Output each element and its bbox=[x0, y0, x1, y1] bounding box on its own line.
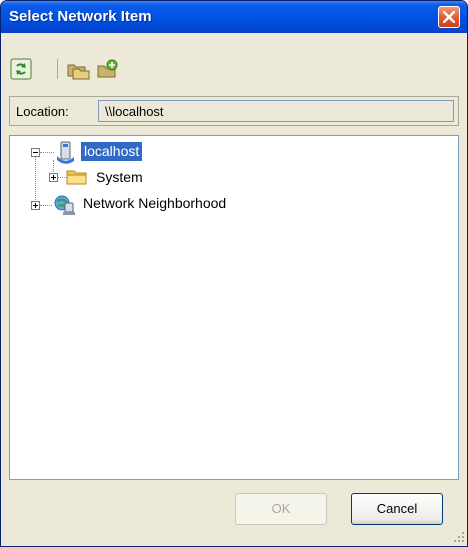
connect-drive-button[interactable] bbox=[95, 57, 119, 81]
title-bar[interactable]: Select Network Item bbox=[1, 1, 467, 33]
close-icon bbox=[443, 11, 455, 23]
tree-node-label[interactable]: Network Neighborhood bbox=[80, 194, 229, 213]
tree-node-label[interactable]: System bbox=[93, 168, 146, 187]
tree-line bbox=[40, 205, 52, 206]
connect-drive-icon bbox=[97, 59, 118, 78]
tree-node-label[interactable]: localhost bbox=[81, 142, 143, 161]
tree-node-network-neighborhood[interactable] bbox=[53, 193, 77, 222]
expand-toggle[interactable] bbox=[31, 201, 40, 210]
map-network-drive-icon bbox=[67, 64, 90, 80]
toolbar bbox=[9, 57, 459, 85]
ok-button[interactable]: OK bbox=[235, 493, 327, 525]
tree-line bbox=[40, 152, 54, 153]
refresh-icon bbox=[10, 58, 32, 80]
network-icon bbox=[54, 195, 75, 215]
tree-node-localhost[interactable] bbox=[54, 141, 76, 170]
toolbar-separator bbox=[57, 59, 58, 79]
location-bar: Location: \\localhost bbox=[9, 96, 459, 126]
expand-toggle[interactable] bbox=[49, 173, 58, 182]
refresh-button[interactable] bbox=[9, 57, 33, 81]
folder-icon bbox=[66, 170, 87, 185]
network-tree[interactable]: localhost System Network Neighborhood bbox=[9, 135, 459, 480]
computer-icon bbox=[57, 141, 74, 164]
collapse-toggle[interactable] bbox=[31, 148, 40, 157]
map-network-drive-button[interactable] bbox=[65, 57, 90, 81]
location-field[interactable]: \\localhost bbox=[98, 100, 454, 122]
location-label: Location: bbox=[16, 104, 69, 119]
close-button[interactable] bbox=[438, 6, 460, 28]
resize-grip-icon[interactable] bbox=[453, 531, 465, 543]
cancel-button[interactable]: Cancel bbox=[351, 493, 443, 525]
tree-node-system[interactable] bbox=[66, 167, 88, 192]
select-network-item-dialog: Select Network Item Location: \\localhos… bbox=[0, 0, 468, 547]
window-title: Select Network Item bbox=[9, 8, 152, 25]
